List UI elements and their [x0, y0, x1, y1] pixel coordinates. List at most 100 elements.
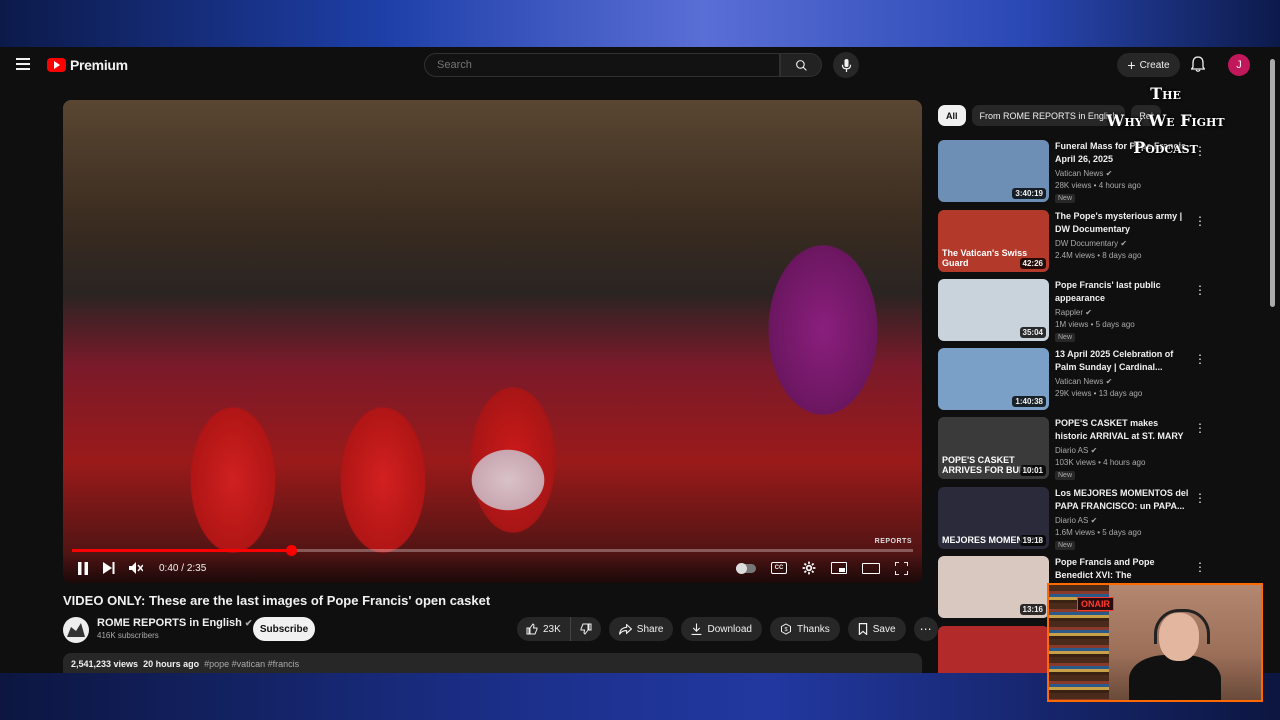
recommendation-meta: 103K views • 4 hours ago	[1055, 458, 1146, 467]
video-title: VIDEO ONLY: These are the last images of…	[63, 593, 491, 608]
download-button[interactable]: Download	[681, 617, 762, 641]
video-duration: 35:04	[1019, 327, 1046, 338]
recommendation-meta: 28K views • 4 hours ago	[1055, 181, 1141, 190]
podcast-line-2: Why We Fight	[1106, 111, 1225, 130]
captions-icon[interactable]: CC	[771, 562, 787, 574]
progress-bar[interactable]	[72, 545, 913, 556]
recommendation-item[interactable]: 35:04 Pope Francis' last public appearanc…	[938, 279, 1258, 342]
channel-row: ROME REPORTS in English ✔ 416K subscribe…	[63, 617, 938, 643]
like-dislike-group: 23K	[517, 617, 601, 641]
thanks-button[interactable]: $ Thanks	[769, 617, 840, 641]
more-vertical-icon[interactable]: ⋮	[1194, 352, 1206, 366]
recommendation-channel[interactable]: Vatican News ✔	[1055, 169, 1112, 178]
video-thumbnail[interactable]: POPE'S CASKET ARRIVES FOR BURIAL 10:01	[938, 417, 1049, 479]
notifications-button[interactable]	[1190, 56, 1206, 77]
create-button[interactable]: + Create	[1117, 53, 1180, 77]
fullscreen-icon[interactable]	[895, 561, 908, 575]
save-button[interactable]: Save	[847, 617, 906, 641]
recommendation-channel[interactable]: Vatican News ✔	[1055, 377, 1112, 386]
bell-icon	[1190, 56, 1206, 72]
youtube-logo[interactable]: Premium	[47, 57, 128, 73]
recommendation-title[interactable]: Pope Francis' last public appearance	[1055, 279, 1190, 305]
time-current: 0:40	[159, 562, 179, 574]
verified-icon: ✔	[244, 618, 253, 628]
youtube-play-icon	[47, 58, 66, 72]
more-vertical-icon[interactable]: ⋮	[1194, 491, 1206, 505]
recommendation-item[interactable]: The Vatican's Swiss Guard 42:26 The Pope's…	[938, 210, 1258, 272]
svg-text:$: $	[784, 627, 787, 633]
more-vertical-icon[interactable]: ⋮	[1194, 283, 1206, 297]
chip-all[interactable]: All	[938, 105, 966, 126]
autoplay-toggle[interactable]	[736, 562, 756, 574]
voice-search-button[interactable]	[833, 52, 859, 78]
recommendation-title[interactable]: POPE'S CASKET makes historic ARRIVAL at …	[1055, 417, 1190, 443]
theater-mode-icon[interactable]	[862, 562, 880, 574]
video-thumbnail[interactable]: MEJORES MOMENTOS 19:18	[938, 487, 1049, 549]
channel-name[interactable]: ROME REPORTS in English ✔	[97, 617, 252, 629]
recommendation-title[interactable]: The Pope's mysterious army | DW Document…	[1055, 210, 1190, 236]
skip-next-icon	[103, 562, 115, 574]
thumbs-down-icon	[580, 623, 592, 635]
top-bar: Premium + Create J	[0, 47, 1280, 83]
search-box[interactable]	[424, 53, 780, 77]
video-thumbnail[interactable]: 13:16	[938, 556, 1049, 618]
channel-avatar[interactable]	[63, 617, 89, 643]
thanks-label: Thanks	[796, 623, 830, 635]
verified-icon: ✔	[1085, 308, 1092, 317]
video-duration: 3:40:19	[1012, 188, 1046, 199]
hashtags[interactable]: #pope #vatican #francis	[204, 659, 299, 669]
streamer-body	[1129, 655, 1221, 700]
video-thumbnail[interactable]: 1:40:38	[938, 348, 1049, 410]
on-air-sign: ONAIR	[1077, 597, 1114, 611]
recommendation-title[interactable]: 13 April 2025 Celebration of Palm Sunday…	[1055, 348, 1190, 374]
share-button[interactable]: Share	[608, 617, 674, 641]
view-count: 2,541,233 views	[71, 659, 139, 669]
search-input[interactable]	[425, 54, 779, 76]
recommendation-title[interactable]: Los MEJORES MOMENTOS del PAPA FRANCISCO:…	[1055, 487, 1190, 513]
player-controls: 0:40 / 2:35 CC	[63, 553, 922, 583]
recommendation-channel[interactable]: Diario AS ✔	[1055, 516, 1097, 525]
recommendation-item[interactable]: 1:40:38 13 April 2025 Celebration of Palm…	[938, 348, 1258, 410]
recommendation-channel[interactable]: Rappler ✔	[1055, 308, 1092, 317]
more-actions-button[interactable]: ⋯	[913, 617, 938, 641]
mute-button[interactable]	[129, 562, 143, 574]
recommendation-channel[interactable]: Diario AS ✔	[1055, 446, 1097, 455]
page-scrollbar[interactable]	[1270, 55, 1276, 673]
settings-gear-icon[interactable]	[802, 561, 816, 575]
webcam-overlay: ONAIR	[1047, 583, 1263, 702]
more-vertical-icon[interactable]: ⋮	[1194, 421, 1206, 435]
recommendation-channel[interactable]: DW Documentary ✔	[1055, 239, 1127, 248]
dislike-button[interactable]	[571, 617, 601, 641]
more-vertical-icon[interactable]: ⋮	[1194, 214, 1206, 228]
more-vertical-icon[interactable]: ⋮	[1194, 560, 1206, 574]
time-display: 0:40 / 2:35	[159, 562, 207, 574]
video-thumbnail[interactable]	[938, 626, 1049, 673]
account-avatar[interactable]: J	[1228, 54, 1250, 76]
download-label: Download	[707, 623, 752, 635]
like-count: 23K	[543, 623, 561, 635]
verified-icon: ✔	[1090, 446, 1098, 455]
next-button[interactable]	[103, 562, 115, 574]
new-badge: New	[1055, 471, 1076, 480]
video-thumbnail[interactable]: The Vatican's Swiss Guard 42:26	[938, 210, 1049, 272]
video-duration: 1:40:38	[1012, 396, 1046, 407]
recommendation-item[interactable]: POPE'S CASKET ARRIVES FOR BURIAL 10:01 POP…	[938, 417, 1258, 480]
like-button[interactable]: 23K	[517, 617, 571, 641]
plus-icon: +	[1127, 57, 1136, 73]
search-button[interactable]	[780, 53, 822, 77]
video-player[interactable]: REPORTS 0:40 / 2:35 CC	[63, 100, 922, 583]
subscribe-button[interactable]: Subscribe	[253, 617, 315, 641]
recommendation-item[interactable]: MEJORES MOMENTOS 19:18 Los MEJORES MOMENTO…	[938, 487, 1258, 550]
miniplayer-icon[interactable]	[831, 562, 847, 574]
description-box[interactable]: 2,541,233 views 20 hours ago #pope #vati…	[63, 653, 922, 673]
recommendation-title[interactable]: Pope Francis and Pope Benedict XVI: The …	[1055, 556, 1190, 582]
share-label: Share	[636, 623, 664, 635]
verified-icon: ✔	[1090, 516, 1098, 525]
recommendation-meta: 1.6M views • 5 days ago	[1055, 528, 1142, 537]
time-total: 2:35	[186, 562, 207, 574]
video-thumbnail[interactable]: 3:40:19	[938, 140, 1049, 202]
scrollbar-thumb[interactable]	[1270, 59, 1275, 307]
video-thumbnail[interactable]: 35:04	[938, 279, 1049, 341]
pause-button[interactable]	[77, 561, 89, 575]
menu-icon[interactable]	[16, 58, 30, 70]
